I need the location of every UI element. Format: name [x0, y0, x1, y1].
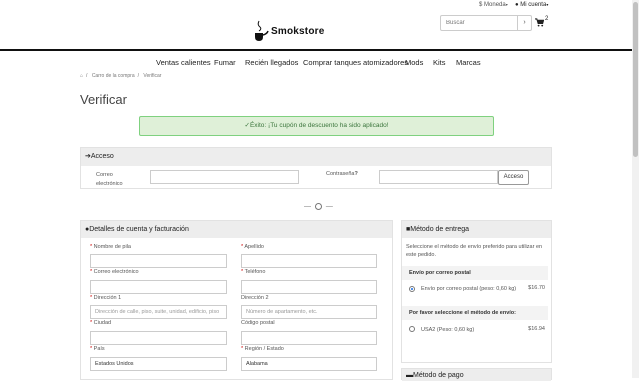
address2-input[interactable]: Número de apartamento, etc.: [241, 305, 377, 319]
main-nav: Ventas calientes Fumar Recién llegados C…: [0, 57, 632, 69]
billing-heading: Detalles de cuenta y facturación: [89, 226, 189, 233]
payment-panel: ▬Método de pago: [401, 368, 552, 381]
cart-count-badge: 2: [545, 16, 549, 22]
email-input[interactable]: [90, 280, 227, 294]
shipping-heading: Método de entrega: [410, 226, 469, 233]
chevron-right-icon: ›: [523, 19, 526, 26]
page-title: Verificar: [80, 92, 127, 107]
alert-text: Éxito: ¡Tu cupón de descuento ha sido ap…: [249, 122, 389, 129]
login-password-input[interactable]: [379, 170, 498, 184]
shipping-option-usa2-price: $16.94: [528, 326, 545, 332]
logo-text: Smokstore: [271, 25, 325, 37]
cart-button[interactable]: [535, 18, 545, 29]
region-label: * Región / Estado: [241, 346, 284, 352]
nav-item-comprar-tanques[interactable]: Comprar tanques atomizadores: [303, 58, 408, 67]
caret-down-icon: ▾: [546, 2, 549, 7]
user-icon: ●: [515, 2, 519, 8]
nav-item-marcas[interactable]: Marcas: [456, 58, 481, 67]
phone-input[interactable]: [241, 280, 377, 294]
address1-input[interactable]: Dirección de calle, piso, suite, unidad,…: [90, 305, 227, 319]
help-icon: ?: [354, 171, 358, 177]
header-divider: [0, 49, 632, 51]
logo[interactable]: Smokstore: [249, 18, 325, 44]
address1-label: * Dirección 1: [90, 295, 122, 301]
or-separator: — O —: [304, 203, 333, 211]
breadcrumb-checkout[interactable]: Verificar: [143, 73, 161, 79]
circle-divider-icon: [314, 203, 322, 210]
login-password-label: Contraseña?: [326, 171, 358, 177]
home-icon[interactable]: ⌂: [80, 73, 83, 79]
address2-label: Dirección 2: [241, 295, 269, 301]
shipping-option-postal-label[interactable]: Envío por correo postal (peso: 0,60 kg): [421, 285, 517, 293]
caret-down-icon: ▾: [505, 2, 508, 7]
cart-icon: [535, 18, 545, 27]
region-select[interactable]: Alabama: [241, 357, 377, 371]
payment-panel-header: ▬Método de pago: [402, 369, 551, 381]
login-heading: Acceso: [90, 153, 114, 160]
last-name-label: * Apellido: [241, 244, 264, 250]
country-select[interactable]: Estados Unidos: [90, 357, 227, 371]
currency-dropdown[interactable]: $ Moneda▾: [479, 2, 508, 8]
shipping-group-select-title: Por favor seleccione el método de envío:: [402, 306, 548, 320]
city-label: * Ciudad: [90, 320, 112, 326]
last-name-input[interactable]: [241, 254, 377, 268]
search-box: ›: [440, 15, 532, 31]
shipping-option-postal-price: $16.70: [528, 285, 545, 291]
postcode-input[interactable]: [241, 331, 377, 345]
shipping-option-usa2-label[interactable]: USA2 (Peso: 0,60 kg): [421, 326, 517, 334]
scrollbar-thumb[interactable]: [633, 2, 638, 157]
dollar-icon: $: [479, 2, 483, 8]
first-name-label: * Nombre de pila: [90, 244, 131, 250]
shipping-description: Seleccione el método de envío preferido …: [406, 244, 543, 258]
shipping-option-usa2-radio[interactable]: [409, 326, 415, 332]
login-panel-header: ➔Acceso: [81, 148, 551, 166]
login-email-label: Correo electrónico: [96, 172, 123, 187]
shipping-option-postal-radio[interactable]: [409, 286, 415, 292]
phone-label: * Teléfono: [241, 269, 266, 275]
nav-item-ventas-calientes[interactable]: Ventas calientes: [156, 58, 211, 67]
first-name-input[interactable]: [90, 254, 227, 268]
email-label: * Correo electrónico: [90, 269, 139, 275]
nav-item-fumar[interactable]: Fumar: [214, 58, 236, 67]
nav-item-mods[interactable]: Mods: [405, 58, 423, 67]
pipe-logo-icon: [255, 20, 269, 41]
city-input[interactable]: [90, 331, 227, 345]
search-input[interactable]: [441, 16, 517, 30]
shipping-panel-header: ■Método de entrega: [402, 221, 551, 238]
postcode-label: Código postal: [241, 320, 275, 326]
breadcrumb: ⌂ / Carro de la compra / Verificar: [80, 73, 162, 79]
search-button[interactable]: ›: [517, 16, 531, 30]
breadcrumb-cart[interactable]: Carro de la compra: [92, 73, 135, 79]
country-label: * País: [90, 346, 105, 352]
nav-item-recien-llegados[interactable]: Recién llegados: [245, 58, 298, 67]
login-button[interactable]: Acceso: [498, 170, 529, 185]
billing-panel-header: ●Detalles de cuenta y facturación: [81, 221, 392, 238]
nav-item-kits[interactable]: Kits: [433, 58, 446, 67]
success-alert: ✓Éxito: ¡Tu cupón de descuento ha sido a…: [139, 116, 494, 136]
account-dropdown[interactable]: ● Mi cuenta▾: [515, 2, 548, 8]
login-email-input[interactable]: [150, 170, 299, 184]
shipping-group-postal-title: Envío por correo postal: [402, 266, 548, 280]
top-bar: $ Moneda▾ ● Mi cuenta▾: [0, 0, 632, 12]
